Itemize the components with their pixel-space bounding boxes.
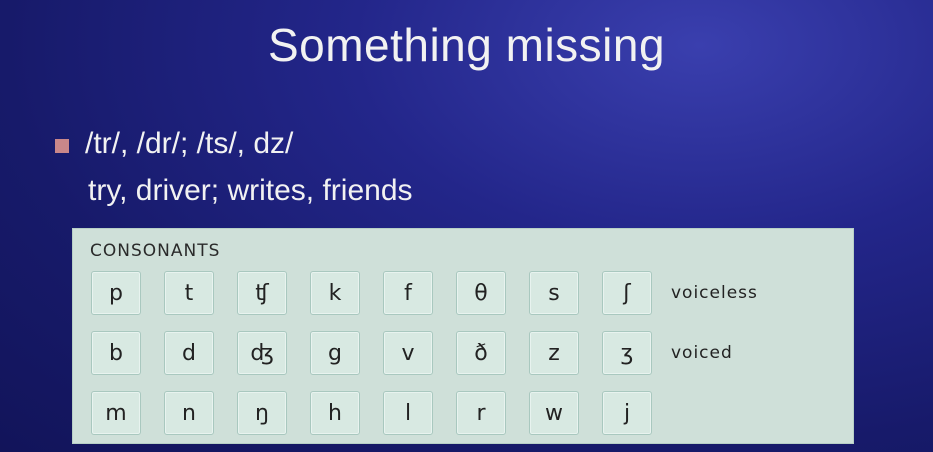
consonant-cell: k [310, 271, 360, 315]
bullet-subline: try, driver; writes, friends [88, 174, 413, 207]
consonant-cell: p [91, 271, 141, 315]
consonant-cell: s [529, 271, 579, 315]
consonants-chart: CONSONANTS p t ʧ k f θ s ʃ voiceless b d… [72, 228, 854, 444]
consonant-cell: ʤ [237, 331, 287, 375]
consonant-cell: g [310, 331, 360, 375]
chart-heading: CONSONANTS [90, 241, 221, 261]
consonant-cell: b [91, 331, 141, 375]
consonant-cell: n [164, 391, 214, 435]
bullet-text: /tr/, /dr/; /ts/, dz/ [85, 127, 294, 160]
consonant-cell: f [383, 271, 433, 315]
slide-title: Something missing [267, 19, 666, 71]
consonant-cell: ʧ [237, 271, 287, 315]
consonant-cell: ð [456, 331, 506, 375]
square-bullet-icon [55, 139, 69, 153]
consonant-cell: h [310, 391, 360, 435]
consonant-cell: l [383, 391, 433, 435]
row-label-voiceless: voiceless [671, 283, 758, 303]
row-label-voiced: voiced [671, 343, 733, 363]
consonant-cell: d [164, 331, 214, 375]
consonant-row-voiceless: p t ʧ k f θ s ʃ voiceless [91, 271, 758, 315]
consonant-cell: r [456, 391, 506, 435]
consonant-cell: ʃ [602, 271, 652, 315]
consonant-cell: m [91, 391, 141, 435]
consonant-cell: ŋ [237, 391, 287, 435]
bullet-item: /tr/, /dr/; /ts/, dz/ [55, 127, 293, 161]
consonant-row-other: m n ŋ h l r w j [91, 391, 675, 435]
presentation-slide: Something missing /tr/, /dr/; /ts/, dz/ … [0, 0, 933, 452]
consonant-cell: t [164, 271, 214, 315]
consonant-cell: w [529, 391, 579, 435]
consonant-cell: θ [456, 271, 506, 315]
consonant-row-voiced: b d ʤ g v ð z ʒ voiced [91, 331, 733, 375]
consonant-cell: v [383, 331, 433, 375]
consonant-cell: j [602, 391, 652, 435]
consonant-cell: ʒ [602, 331, 652, 375]
consonant-cell: z [529, 331, 579, 375]
